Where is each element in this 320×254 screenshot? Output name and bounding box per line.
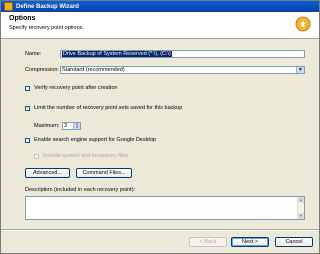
wizard-header: Options Specify recovery point options.: [1, 12, 319, 39]
maximum-value: 3: [64, 123, 68, 129]
include-checkbox[interactable]: [34, 154, 39, 159]
limit-checkbox[interactable]: ✓: [25, 106, 30, 111]
window-title: Define Backup Wizard: [16, 3, 79, 10]
maximum-spinner[interactable]: 3 ▲ ▼: [62, 122, 81, 130]
compression-select[interactable]: Standard (recommended) ▼: [60, 66, 305, 74]
verify-checkbox[interactable]: [25, 86, 30, 91]
description-textarea[interactable]: ▲ ▼: [25, 196, 305, 220]
page-title: Options: [9, 15, 36, 22]
name-field[interactable]: Drive Backup of System Reserved (*:\), (…: [60, 50, 305, 58]
name-label: Name:: [25, 51, 42, 57]
check-icon: ✓: [26, 105, 31, 111]
name-value: Drive Backup of System Reserved (*:\), (…: [62, 51, 172, 57]
back-button[interactable]: < Back: [189, 237, 227, 247]
footer-divider: [1, 229, 319, 231]
compression-value: Standard (recommended): [62, 67, 125, 73]
compression-label: Compression:: [25, 67, 59, 73]
scroll-up-icon[interactable]: ▲: [298, 197, 304, 203]
app-icon: [4, 2, 13, 11]
scroll-down-icon[interactable]: ▼: [298, 213, 304, 219]
search-label: Enable search engine support for Google …: [34, 137, 156, 143]
include-label: Include system and temporary files: [43, 153, 128, 159]
page-subtitle: Specify recovery point options.: [9, 25, 84, 31]
wizard-window: Define Backup Wizard Options Specify rec…: [0, 0, 320, 254]
next-button[interactable]: Next >: [231, 237, 269, 247]
title-bar[interactable]: Define Backup Wizard: [1, 1, 319, 12]
description-label: Description (included in each recovery p…: [25, 187, 136, 193]
verify-label: Verify recovery point after creation: [34, 85, 118, 91]
limit-label: Limit the number of recovery point sets …: [34, 105, 183, 111]
description-scrollbar[interactable]: ▲ ▼: [297, 197, 304, 219]
backup-icon: [295, 16, 311, 32]
advanced-button[interactable]: Advanced...: [25, 168, 70, 178]
chevron-down-icon[interactable]: ▼: [296, 67, 304, 73]
maximum-label: Maximum:: [34, 123, 60, 129]
cancel-button[interactable]: Cancel: [275, 237, 313, 247]
spin-arrows-icon[interactable]: ▲ ▼: [73, 123, 80, 129]
command-files-button[interactable]: Command Files...: [76, 168, 132, 178]
search-checkbox[interactable]: [25, 138, 30, 143]
